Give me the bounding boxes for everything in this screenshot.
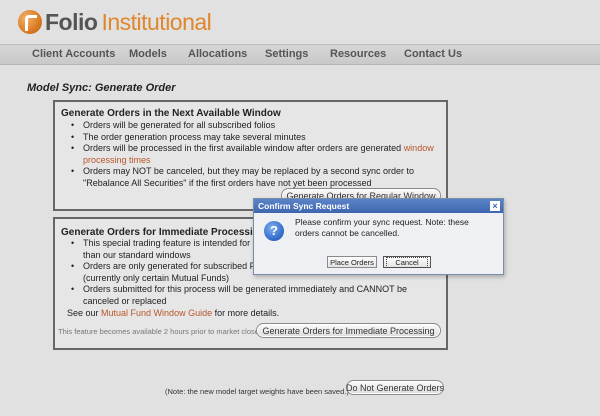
- footer-note: (Note: the new model target weights have…: [165, 387, 349, 396]
- immediate-processing-title: Generate Orders for Immediate Processing: [61, 227, 265, 238]
- regular-window-bullets: Orders will be generated for all subscri…: [69, 120, 437, 189]
- do-not-generate-orders-button[interactable]: Do Not Generate Orders: [346, 380, 444, 395]
- page-title: Model Sync: Generate Order: [27, 82, 176, 94]
- close-icon[interactable]: ×: [490, 201, 500, 211]
- mutual-fund-window-guide-link[interactable]: Mutual Fund Window Guide: [101, 308, 212, 318]
- confirm-sync-dialog: Confirm Sync Request × ? Please confirm …: [253, 198, 504, 275]
- brand-name-light: Institutional: [101, 8, 212, 35]
- list-item: The order generation process may take se…: [69, 132, 437, 144]
- regular-window-panel: Generate Orders in the Next Available Wi…: [53, 100, 448, 211]
- nav-client-accounts[interactable]: Client Accounts: [32, 48, 115, 60]
- cancel-button[interactable]: Cancel: [383, 256, 431, 268]
- folio-logo-icon: [18, 10, 42, 34]
- dialog-title: Confirm Sync Request: [258, 201, 350, 211]
- list-item: Orders may NOT be canceled, but they may…: [69, 166, 437, 189]
- app-header: Folio Institutional: [0, 0, 600, 44]
- nav-allocations[interactable]: Allocations: [188, 48, 247, 60]
- place-orders-button[interactable]: Place Orders: [327, 256, 377, 268]
- dialog-message: Please confirm your sync request. Note: …: [295, 217, 469, 238]
- brand-name-bold: Folio: [45, 8, 98, 35]
- main-nav: Client Accounts Models Allocations Setti…: [0, 44, 600, 65]
- availability-note: This feature becomes available 2 hours p…: [58, 327, 259, 336]
- nav-contact-us[interactable]: Contact Us: [404, 48, 462, 60]
- guide-sentence: See our Mutual Fund Window Guide for mor…: [67, 308, 280, 318]
- question-icon: ?: [264, 221, 284, 241]
- folio-logo[interactable]: Folio Institutional: [18, 7, 212, 37]
- nav-resources[interactable]: Resources: [330, 48, 386, 60]
- nav-settings[interactable]: Settings: [265, 48, 308, 60]
- regular-window-title: Generate Orders in the Next Available Wi…: [61, 108, 281, 119]
- list-item: Orders will be processed in the first av…: [69, 143, 437, 166]
- list-item: Orders submitted for this process will b…: [69, 284, 437, 307]
- generate-immediate-processing-button[interactable]: Generate Orders for Immediate Processing: [256, 323, 441, 338]
- dialog-titlebar[interactable]: Confirm Sync Request ×: [254, 199, 503, 213]
- nav-models[interactable]: Models: [129, 48, 167, 60]
- list-item: Orders will be generated for all subscri…: [69, 120, 437, 132]
